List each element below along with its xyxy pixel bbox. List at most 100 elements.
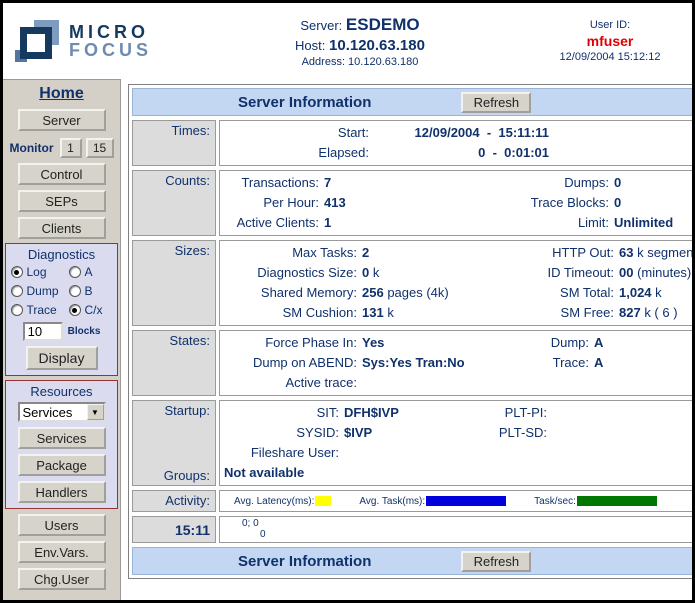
avg-latency-label: Avg. Latency(ms): xyxy=(234,496,314,507)
radio-dump-icon[interactable] xyxy=(11,285,23,297)
radio-b[interactable]: B xyxy=(69,284,113,298)
sm-cushion-value: 131 xyxy=(362,303,384,323)
radio-log-icon[interactable] xyxy=(11,266,23,278)
resources-select[interactable]: Services ▼ xyxy=(18,402,106,422)
display-button[interactable]: Display xyxy=(26,346,98,370)
dumps-value: 0 xyxy=(614,173,621,193)
user-id-value: mfuser xyxy=(542,33,678,49)
package-button[interactable]: Package xyxy=(18,454,106,476)
panel-footer-bar: Server Information Refresh xyxy=(132,547,695,575)
startup-row: Startup: Groups: SIT:DFH$IVP PLT-PI: SYS… xyxy=(132,400,695,486)
radio-cx-icon[interactable] xyxy=(69,304,81,316)
seps-button[interactable]: SEPs xyxy=(18,190,106,212)
envvars-button[interactable]: Env.Vars. xyxy=(18,541,106,563)
http-out-label: HTTP Out: xyxy=(514,243,619,263)
sysid-label: SYSID: xyxy=(224,423,344,443)
start-value: 12/09/2004 - 15:11:11 xyxy=(374,123,549,143)
activity-row: Activity: Avg. Latency(ms): Avg. Task(ms… xyxy=(132,490,695,512)
handlers-button[interactable]: Handlers xyxy=(18,481,106,503)
page-title-bottom: Server Information xyxy=(238,553,371,570)
diagnostics-size-value: 0 xyxy=(362,263,369,283)
radio-log[interactable]: Log xyxy=(11,265,69,279)
micro-focus-logo-icon xyxy=(15,18,63,64)
sm-cushion-label: SM Cushion: xyxy=(224,303,362,323)
monitor-1-button[interactable]: 1 xyxy=(60,138,82,158)
sit-label: SIT: xyxy=(224,403,344,423)
avg-task-bar xyxy=(426,496,506,506)
radio-a[interactable]: A xyxy=(69,265,113,279)
force-phase-in-label: Force Phase In: xyxy=(224,333,362,353)
home-link[interactable]: Home xyxy=(3,85,120,103)
monitor-label: Monitor xyxy=(10,141,54,155)
resources-group: Resources Services ▼ Services Package Ha… xyxy=(5,380,118,509)
sm-total-value: 1,024 xyxy=(619,283,652,303)
page-frame: MICRO FOCUS Server: ESDEMO Host: 10.120.… xyxy=(0,0,695,603)
times-row-label: Times: xyxy=(132,120,216,166)
chguser-button[interactable]: Chg.User xyxy=(18,568,106,590)
per-hour-value: 413 xyxy=(324,193,346,213)
radio-b-icon[interactable] xyxy=(69,285,81,297)
micro-focus-logo: MICRO FOCUS xyxy=(3,18,178,64)
groups-value: Not available xyxy=(224,463,695,483)
header-timestamp: 12/09/2004 15:12:12 xyxy=(542,51,678,63)
avg-task-label: Avg. Task(ms): xyxy=(359,496,425,507)
server-button[interactable]: Server xyxy=(18,109,106,131)
plt-pi-label: PLT-PI: xyxy=(484,403,552,423)
server-information-panel: Server Information Refresh Times: Start:… xyxy=(128,84,695,579)
max-tasks-label: Max Tasks: xyxy=(224,243,362,263)
address-line: Address: 10.120.63.180 xyxy=(178,56,542,68)
chevron-down-icon[interactable]: ▼ xyxy=(87,404,104,420)
task-per-sec-bar xyxy=(577,496,657,506)
sysid-value: $IVP xyxy=(344,423,372,443)
monitor-row: Monitor 1 15 xyxy=(3,138,120,158)
limit-label: Limit: xyxy=(474,213,614,233)
radio-trace[interactable]: Trace xyxy=(11,303,69,317)
blocks-label: Blocks xyxy=(68,326,101,337)
counts-row: Counts: Transactions:7 Dumps:0 Per Hour:… xyxy=(132,170,695,236)
http-out-value: 63 xyxy=(619,243,633,263)
activity-row-label: Activity: xyxy=(132,490,216,512)
sample-time-label: 15:11 xyxy=(132,516,216,543)
logo-text-focus: FOCUS xyxy=(69,41,152,59)
refresh-button-bottom[interactable]: Refresh xyxy=(461,551,531,572)
panel-header-bar: Server Information Refresh xyxy=(132,88,695,116)
services-button[interactable]: Services xyxy=(18,427,106,449)
shared-memory-value: 256 xyxy=(362,283,384,303)
header: MICRO FOCUS Server: ESDEMO Host: 10.120.… xyxy=(3,3,692,79)
refresh-button-top[interactable]: Refresh xyxy=(461,92,531,113)
trace-blocks-value: 0 xyxy=(614,193,621,213)
users-button[interactable]: Users xyxy=(18,514,106,536)
radio-trace-icon[interactable] xyxy=(11,304,23,316)
times-row: Times: Start: 12/09/2004 - 15:11:11 Elap… xyxy=(132,120,695,166)
blocks-input[interactable] xyxy=(23,322,63,341)
radio-cx[interactable]: C/x xyxy=(69,303,113,317)
clients-button[interactable]: Clients xyxy=(18,217,106,239)
logo-text-micro: MICRO xyxy=(69,23,152,41)
user-info: User ID: mfuser 12/09/2004 15:12:12 xyxy=(542,19,692,63)
radio-dump[interactable]: Dump xyxy=(11,284,69,298)
dump-on-abend-label: Dump on ABEND: xyxy=(224,353,362,373)
elapsed-label: Elapsed: xyxy=(224,143,374,163)
trace-state-value: A xyxy=(594,353,603,373)
per-hour-label: Per Hour: xyxy=(224,193,324,213)
states-row: States: Force Phase In:Yes Dump:A Dump o… xyxy=(132,330,695,396)
radio-a-icon[interactable] xyxy=(69,266,81,278)
active-clients-value: 1 xyxy=(324,213,331,233)
user-id-label: User ID: xyxy=(542,19,678,31)
sizes-row-label: Sizes: xyxy=(132,240,216,326)
plt-sd-label: PLT-SD: xyxy=(484,423,552,443)
trace-state-label: Trace: xyxy=(514,353,594,373)
help-label: Help xyxy=(8,597,120,600)
shared-memory-label: Shared Memory: xyxy=(224,283,362,303)
fileshare-user-label: Fileshare User: xyxy=(224,443,344,463)
states-row-label: States: xyxy=(132,330,216,396)
sm-total-label: SM Total: xyxy=(514,283,619,303)
active-trace-label: Active trace: xyxy=(224,373,362,393)
resources-select-value: Services xyxy=(20,405,87,420)
host-value: 10.120.63.180 xyxy=(329,37,425,54)
monitor-15-button[interactable]: 15 xyxy=(86,138,114,158)
control-button[interactable]: Control xyxy=(18,163,106,185)
diagnostics-group: Diagnostics Log A Dump xyxy=(5,243,118,376)
server-label: Server: xyxy=(300,18,342,33)
diagnostics-title: Diagnostics xyxy=(6,247,117,262)
